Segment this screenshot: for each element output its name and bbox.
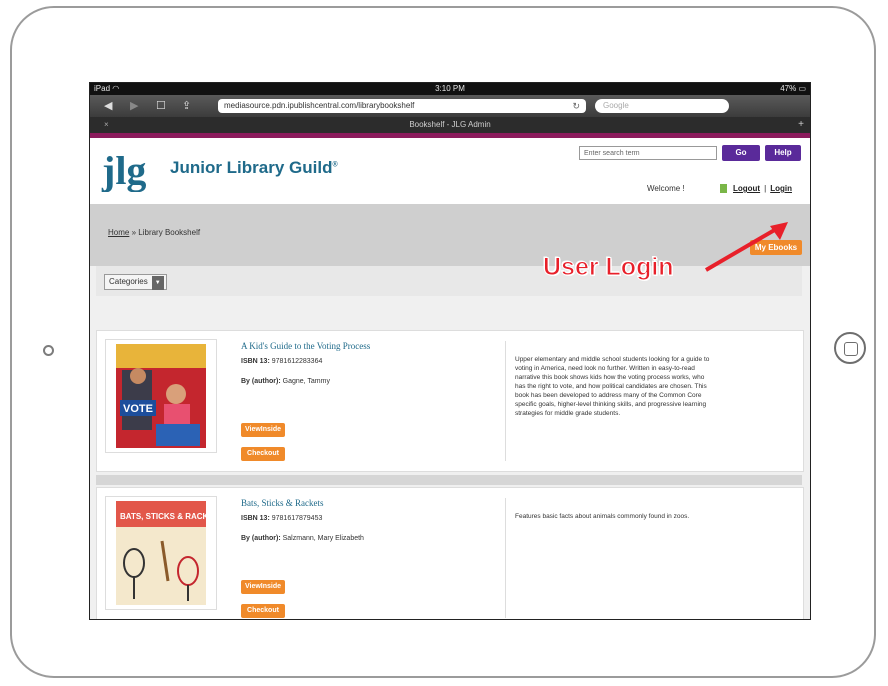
breadcrumb: Home » Library Bookshelf (108, 228, 200, 237)
chevron-down-icon: ▼ (151, 276, 164, 290)
battery-icon: ▭ (798, 84, 806, 93)
breadcrumb-current: Library Bookshelf (138, 228, 201, 237)
go-button[interactable]: Go (722, 145, 760, 161)
book-cover[interactable]: BATS, STICKS & RACKETS (105, 496, 217, 610)
site-search-input[interactable]: Enter search term (579, 146, 717, 160)
book-author: By (author): Gagne, Tammy (241, 378, 330, 385)
reload-icon[interactable]: ↻ (572, 99, 580, 113)
home-square-icon (844, 342, 858, 356)
book-title[interactable]: Bats, Sticks & Rackets (241, 498, 324, 508)
breadcrumb-separator: » (131, 228, 137, 237)
tab-title[interactable]: Bookshelf - JLG Admin (90, 117, 810, 133)
browser-toolbar: ◀ ▶ ☐ ⇪ mediasource.pdn.ipublishcentral.… (90, 95, 810, 117)
svg-text:jlg: jlg (101, 148, 146, 192)
logout-link[interactable]: Logout (733, 184, 760, 193)
account-links: Logout | Login (720, 184, 792, 194)
book-description: Upper elementary and middle school stude… (515, 356, 710, 417)
welcome-text: Welcome ! (647, 184, 685, 193)
camera-icon (43, 345, 54, 356)
clock: 3:10 PM (435, 84, 465, 93)
book-isbn: ISBN 13: 9781612283364 (241, 358, 323, 365)
viewinside-button[interactable]: ViewInside (241, 423, 285, 437)
home-button[interactable] (834, 332, 866, 364)
card-divider (505, 498, 506, 618)
viewinside-button[interactable]: ViewInside (241, 580, 285, 594)
breadcrumb-home[interactable]: Home (108, 228, 129, 237)
book-author: By (author): Salzmann, Mary Elizabeth (241, 535, 364, 542)
jlg-logo[interactable]: jlg (100, 146, 158, 192)
tab-bar: × Bookshelf - JLG Admin + (90, 117, 810, 133)
url-field[interactable]: mediasource.pdn.ipublishcentral.com/libr… (218, 99, 586, 113)
forward-icon[interactable]: ▶ (130, 99, 138, 112)
page-header: jlg Junior Library Guild® Enter search t… (90, 138, 810, 204)
brand-name: Junior Library Guild® (170, 158, 338, 177)
status-bar: iPad ◠ 3:10 PM 47% ▭ (90, 83, 810, 95)
book-card: VOTE A Kid's Guide to the Voting Process… (96, 330, 804, 472)
logout-icon (720, 184, 727, 194)
share-icon[interactable]: ⇪ (182, 99, 191, 112)
categories-bar: Categories ▼ (96, 266, 802, 296)
link-separator: | (764, 184, 767, 193)
annotation-arrow-icon (704, 222, 788, 272)
checkout-button[interactable]: Checkout (241, 447, 285, 461)
user-login-annotation: User Login (543, 253, 675, 282)
book-cover-image: BATS, STICKS & RACKETS (116, 501, 206, 605)
book-cover[interactable]: VOTE (105, 339, 217, 453)
new-tab-icon[interactable]: + (798, 117, 804, 133)
checkout-button[interactable]: Checkout (241, 604, 285, 618)
screen: iPad ◠ 3:10 PM 47% ▭ ◀ ▶ ☐ ⇪ mediasource… (89, 82, 811, 620)
back-icon[interactable]: ◀ (104, 99, 112, 112)
categories-dropdown[interactable]: Categories ▼ (104, 274, 167, 290)
card-gap (96, 475, 802, 485)
card-divider (505, 341, 506, 461)
book-description: Features basic facts about animals commo… (515, 513, 690, 520)
svg-text:VOTE: VOTE (123, 403, 153, 415)
login-link[interactable]: Login (770, 184, 792, 193)
svg-text:BATS, STICKS & RACKETS: BATS, STICKS & RACKETS (120, 512, 206, 521)
battery: 47% ▭ (780, 84, 806, 93)
book-isbn: ISBN 13: 9781617879453 (241, 515, 323, 522)
book-card: BATS, STICKS & RACKETS Bats, Sticks & Ra… (96, 487, 804, 619)
help-button[interactable]: Help (765, 145, 801, 161)
bookmarks-icon[interactable]: ☐ (156, 99, 166, 112)
browser-search-field[interactable]: Google (595, 99, 729, 113)
book-title[interactable]: A Kid's Guide to the Voting Process (241, 341, 370, 351)
book-cover-image: VOTE (116, 344, 206, 448)
